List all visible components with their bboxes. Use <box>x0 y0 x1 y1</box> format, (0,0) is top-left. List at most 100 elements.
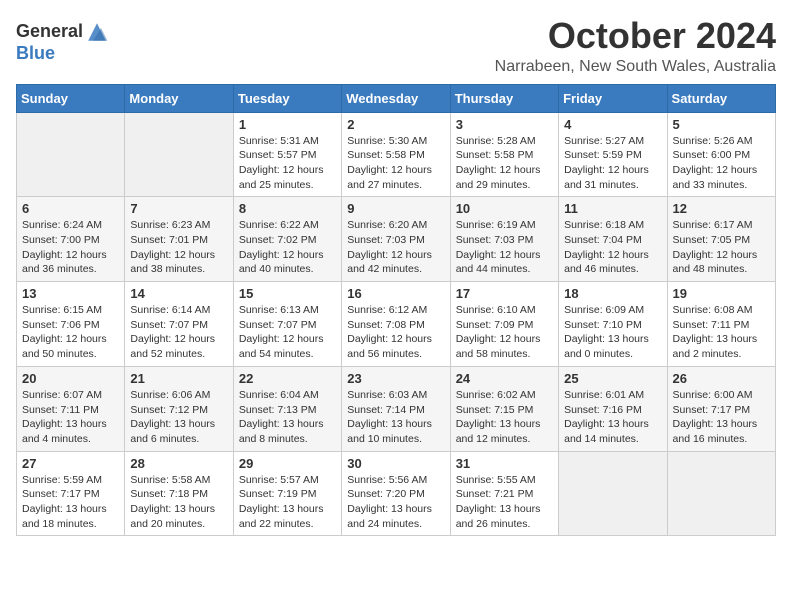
cell-details: Sunrise: 5:28 AMSunset: 5:58 PMDaylight:… <box>456 134 553 193</box>
weekday-header-saturday: Saturday <box>667 84 775 112</box>
calendar-cell <box>667 451 775 536</box>
day-number: 6 <box>22 201 119 216</box>
day-number: 7 <box>130 201 227 216</box>
cell-details: Sunrise: 6:22 AMSunset: 7:02 PMDaylight:… <box>239 218 336 277</box>
cell-details: Sunrise: 6:15 AMSunset: 7:06 PMDaylight:… <box>22 303 119 362</box>
day-number: 18 <box>564 286 661 301</box>
day-number: 19 <box>673 286 770 301</box>
day-number: 17 <box>456 286 553 301</box>
calendar-cell <box>559 451 667 536</box>
day-number: 10 <box>456 201 553 216</box>
calendar-cell: 28Sunrise: 5:58 AMSunset: 7:18 PMDayligh… <box>125 451 233 536</box>
day-number: 29 <box>239 456 336 471</box>
cell-details: Sunrise: 5:26 AMSunset: 6:00 PMDaylight:… <box>673 134 770 193</box>
calendar-cell: 1 Sunrise: 5:31 AMSunset: 5:57 PMDaylight… <box>233 112 341 197</box>
calendar-cell: 31 Sunrise: 5:55 AMSunset: 7:21 PMDayligh… <box>450 451 558 536</box>
cell-details: Sunrise: 5:56 AMSunset: 7:20 PMDaylight:… <box>347 473 444 532</box>
title-area: October 2024 Narrabeen, New South Wales,… <box>495 16 776 76</box>
logo-text-line2: Blue <box>16 44 55 64</box>
day-number: 22 <box>239 371 336 386</box>
location-title: Narrabeen, New South Wales, Australia <box>495 58 776 76</box>
cell-details: Sunrise: 5:57 AMSunset: 7:19 PMDaylight:… <box>239 473 336 532</box>
week-row-3: 13 Sunrise: 6:15 AMSunset: 7:06 PMDayligh… <box>17 282 776 367</box>
calendar-cell: 5 Sunrise: 5:26 AMSunset: 6:00 PMDaylight… <box>667 112 775 197</box>
cell-details: Sunrise: 6:23 AMSunset: 7:01 PMDaylight:… <box>130 218 227 277</box>
cell-details: Sunrise: 6:17 AMSunset: 7:05 PMDaylight:… <box>673 218 770 277</box>
calendar-cell: 3 Sunrise: 5:28 AMSunset: 5:58 PMDaylight… <box>450 112 558 197</box>
cell-details: Sunrise: 6:18 AMSunset: 7:04 PMDaylight:… <box>564 218 661 277</box>
cell-details: Sunrise: 5:31 AMSunset: 5:57 PMDaylight:… <box>239 134 336 193</box>
weekday-header-friday: Friday <box>559 84 667 112</box>
calendar-cell: 29 Sunrise: 5:57 AMSunset: 7:19 PMDayligh… <box>233 451 341 536</box>
day-number: 11 <box>564 201 661 216</box>
calendar-cell: 26Sunrise: 6:00 AMSunset: 7:17 PMDayligh… <box>667 366 775 451</box>
weekday-header-thursday: Thursday <box>450 84 558 112</box>
day-number: 23 <box>347 371 444 386</box>
weekday-header-tuesday: Tuesday <box>233 84 341 112</box>
calendar-cell: 9Sunrise: 6:20 AMSunset: 7:03 PMDaylight… <box>342 197 450 282</box>
day-number: 1 <box>239 117 336 132</box>
calendar-cell: 17 Sunrise: 6:10 AMSunset: 7:09 PMDayligh… <box>450 282 558 367</box>
day-number: 3 <box>456 117 553 132</box>
cell-details: Sunrise: 6:01 AMSunset: 7:16 PMDaylight:… <box>564 388 661 447</box>
cell-details: Sunrise: 6:07 AMSunset: 7:11 PMDaylight:… <box>22 388 119 447</box>
cell-details: Sunrise: 6:02 AMSunset: 7:15 PMDaylight:… <box>456 388 553 447</box>
cell-details: Sunrise: 6:24 AMSunset: 7:00 PMDaylight:… <box>22 218 119 277</box>
calendar-cell: 7 Sunrise: 6:23 AMSunset: 7:01 PMDaylight… <box>125 197 233 282</box>
week-row-4: 20Sunrise: 6:07 AMSunset: 7:11 PMDayligh… <box>17 366 776 451</box>
day-number: 24 <box>456 371 553 386</box>
calendar-cell: 4Sunrise: 5:27 AMSunset: 5:59 PMDaylight… <box>559 112 667 197</box>
header: General Blue October 2024 Narrabeen, New… <box>16 16 776 76</box>
cell-details: Sunrise: 6:06 AMSunset: 7:12 PMDaylight:… <box>130 388 227 447</box>
cell-details: Sunrise: 6:20 AMSunset: 7:03 PMDaylight:… <box>347 218 444 277</box>
day-number: 5 <box>673 117 770 132</box>
calendar-table: SundayMondayTuesdayWednesdayThursdayFrid… <box>16 84 776 537</box>
cell-details: Sunrise: 6:04 AMSunset: 7:13 PMDaylight:… <box>239 388 336 447</box>
calendar-cell: 12 Sunrise: 6:17 AMSunset: 7:05 PMDayligh… <box>667 197 775 282</box>
calendar-cell: 20Sunrise: 6:07 AMSunset: 7:11 PMDayligh… <box>17 366 125 451</box>
day-number: 31 <box>456 456 553 471</box>
day-number: 16 <box>347 286 444 301</box>
week-row-5: 27Sunrise: 5:59 AMSunset: 7:17 PMDayligh… <box>17 451 776 536</box>
weekday-header-sunday: Sunday <box>17 84 125 112</box>
calendar-cell <box>17 112 125 197</box>
calendar-cell: 24 Sunrise: 6:02 AMSunset: 7:15 PMDayligh… <box>450 366 558 451</box>
calendar-cell: 14Sunrise: 6:14 AMSunset: 7:07 PMDayligh… <box>125 282 233 367</box>
calendar-cell <box>125 112 233 197</box>
day-number: 21 <box>130 371 227 386</box>
calendar-cell: 21 Sunrise: 6:06 AMSunset: 7:12 PMDayligh… <box>125 366 233 451</box>
cell-details: Sunrise: 6:12 AMSunset: 7:08 PMDaylight:… <box>347 303 444 362</box>
cell-details: Sunrise: 5:55 AMSunset: 7:21 PMDaylight:… <box>456 473 553 532</box>
weekday-header-monday: Monday <box>125 84 233 112</box>
day-number: 14 <box>130 286 227 301</box>
day-number: 2 <box>347 117 444 132</box>
month-title: October 2024 <box>495 16 776 56</box>
cell-details: Sunrise: 5:27 AMSunset: 5:59 PMDaylight:… <box>564 134 661 193</box>
cell-details: Sunrise: 6:13 AMSunset: 7:07 PMDaylight:… <box>239 303 336 362</box>
weekday-header-wednesday: Wednesday <box>342 84 450 112</box>
day-number: 13 <box>22 286 119 301</box>
day-number: 15 <box>239 286 336 301</box>
day-number: 12 <box>673 201 770 216</box>
calendar-cell: 23Sunrise: 6:03 AMSunset: 7:14 PMDayligh… <box>342 366 450 451</box>
calendar-cell: 19Sunrise: 6:08 AMSunset: 7:11 PMDayligh… <box>667 282 775 367</box>
day-number: 26 <box>673 371 770 386</box>
calendar-cell: 22 Sunrise: 6:04 AMSunset: 7:13 PMDayligh… <box>233 366 341 451</box>
day-number: 27 <box>22 456 119 471</box>
logo-text-line1: General <box>16 22 83 42</box>
calendar-cell: 15 Sunrise: 6:13 AMSunset: 7:07 PMDayligh… <box>233 282 341 367</box>
calendar-cell: 16 Sunrise: 6:12 AMSunset: 7:08 PMDayligh… <box>342 282 450 367</box>
day-number: 25 <box>564 371 661 386</box>
calendar-cell: 13 Sunrise: 6:15 AMSunset: 7:06 PMDayligh… <box>17 282 125 367</box>
cell-details: Sunrise: 6:19 AMSunset: 7:03 PMDaylight:… <box>456 218 553 277</box>
calendar-cell: 6 Sunrise: 6:24 AMSunset: 7:00 PMDaylight… <box>17 197 125 282</box>
calendar-cell: 2Sunrise: 5:30 AMSunset: 5:58 PMDaylight… <box>342 112 450 197</box>
week-row-2: 6 Sunrise: 6:24 AMSunset: 7:00 PMDaylight… <box>17 197 776 282</box>
cell-details: Sunrise: 6:10 AMSunset: 7:09 PMDaylight:… <box>456 303 553 362</box>
cell-details: Sunrise: 5:58 AMSunset: 7:18 PMDaylight:… <box>130 473 227 532</box>
calendar-cell: 27Sunrise: 5:59 AMSunset: 7:17 PMDayligh… <box>17 451 125 536</box>
calendar-cell: 18Sunrise: 6:09 AMSunset: 7:10 PMDayligh… <box>559 282 667 367</box>
weekday-header-row: SundayMondayTuesdayWednesdayThursdayFrid… <box>17 84 776 112</box>
day-number: 30 <box>347 456 444 471</box>
calendar-cell: 8Sunrise: 6:22 AMSunset: 7:02 PMDaylight… <box>233 197 341 282</box>
